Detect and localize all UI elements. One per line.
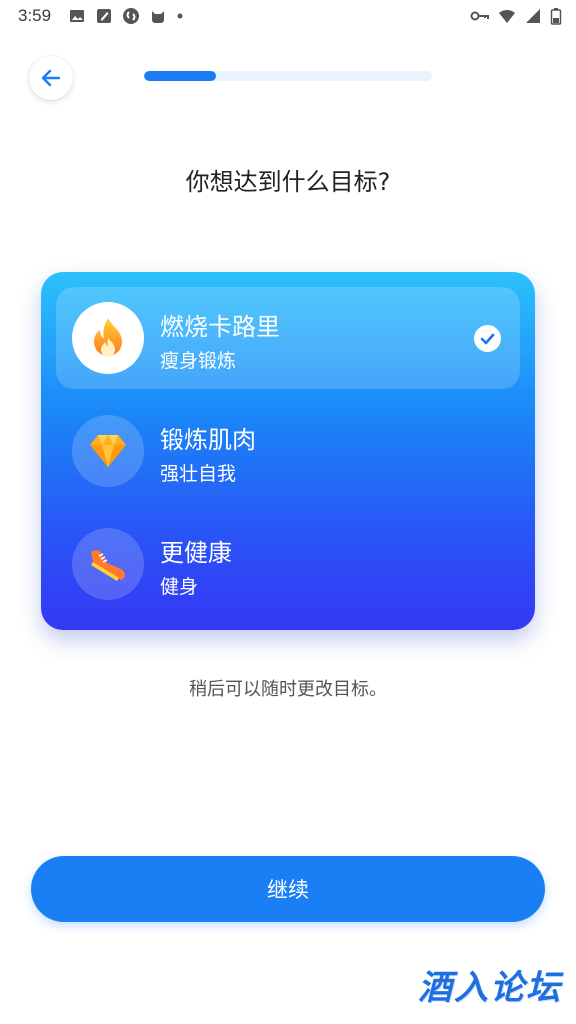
dot-icon [177, 13, 183, 19]
goal-option-build-muscle[interactable]: 锻炼肌肉 强壮自我 [56, 400, 520, 502]
page-title: 你想达到什么目标? [185, 168, 391, 196]
shazam-icon [123, 8, 139, 24]
status-time: 3:59 [18, 6, 52, 25]
goal-title: 更健康 [160, 539, 232, 567]
arrow-left-icon [41, 69, 61, 87]
goal-subtitle: 强壮自我 [160, 463, 237, 485]
progress-bar [144, 71, 432, 81]
progress-fill [144, 71, 216, 81]
sneaker-icon [91, 550, 125, 581]
goal-card: 燃烧卡路里 瘦身锻炼 锻炼肌肉 强壮自我 更健康 健身 [41, 272, 535, 630]
watermark-logo: 酒入论坛 [418, 968, 562, 1008]
wifi-icon [499, 9, 515, 23]
image-icon [70, 10, 84, 22]
goal-option-burn-calories[interactable]: 燃烧卡路里 瘦身锻炼 [56, 287, 520, 389]
goal-subtitle: 健身 [160, 576, 199, 598]
cat-icon [152, 11, 164, 23]
goal-option-healthier[interactable]: 更健康 健身 [56, 513, 520, 615]
goal-title: 燃烧卡路里 [160, 313, 280, 341]
status-bar: 3:59 [0, 0, 576, 34]
vpn-key-icon [470, 11, 489, 21]
signal-icon [526, 9, 540, 23]
hint-text: 稍后可以随时更改目标。 [189, 679, 387, 700]
note-icon [97, 9, 111, 23]
goal-subtitle: 瘦身锻炼 [160, 350, 237, 372]
goal-title: 锻炼肌肉 [160, 426, 256, 454]
battery-icon [550, 8, 562, 25]
diamond-icon [90, 435, 126, 467]
fire-icon [94, 318, 122, 357]
continue-button[interactable]: 继续 [31, 856, 545, 922]
back-button[interactable] [29, 56, 73, 100]
check-icon [474, 325, 501, 352]
